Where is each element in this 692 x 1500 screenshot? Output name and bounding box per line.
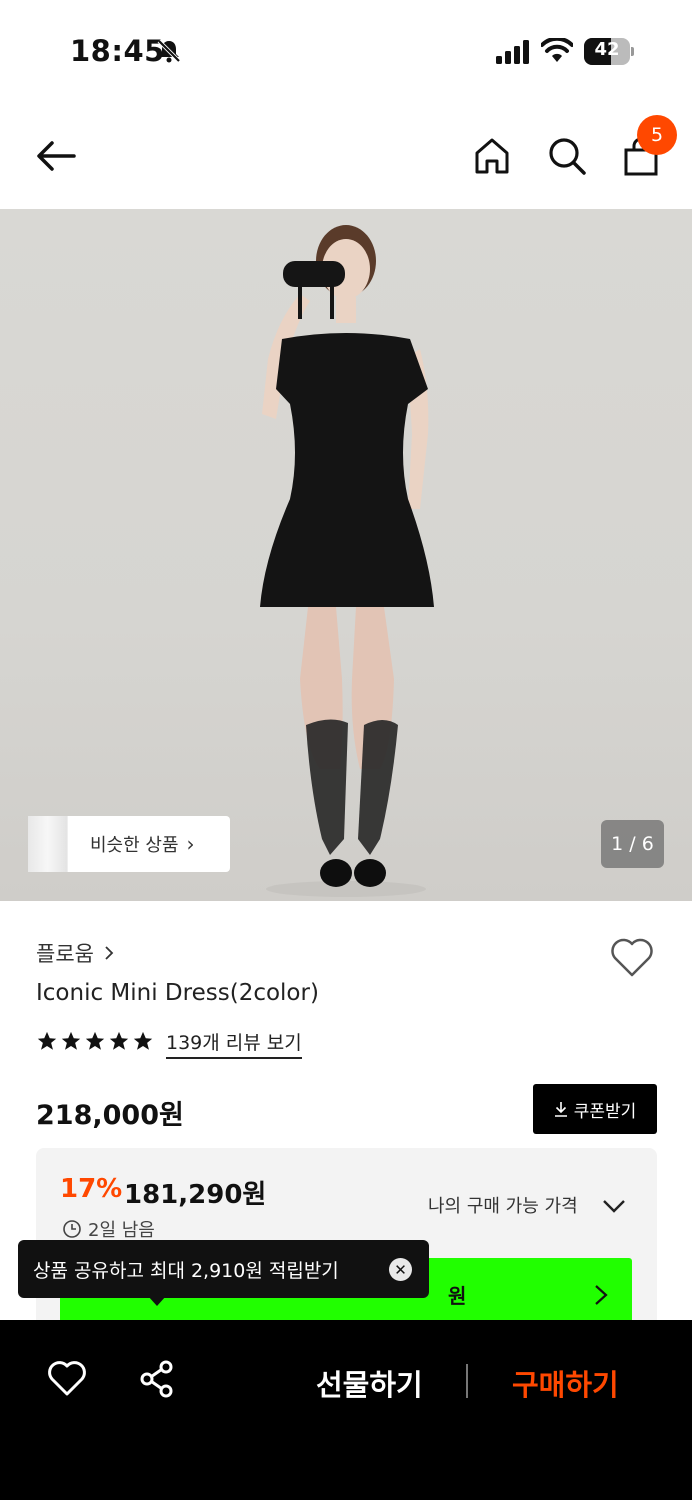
- chevron-right-icon: [105, 946, 114, 960]
- tooltip-text: 상품 공유하고 최대 2,910원 적립받기: [33, 1259, 339, 1282]
- promo-banner-text: 원: [448, 1284, 467, 1308]
- star-icon: [61, 1031, 81, 1050]
- coupon-label: 쿠폰받기: [573, 1101, 637, 1122]
- coupon-download-button[interactable]: 쿠폰받기: [533, 1084, 657, 1134]
- bottom-bar-divider: [466, 1364, 468, 1398]
- gift-button[interactable]: 선물하기: [316, 1362, 423, 1404]
- search-icon[interactable]: [545, 134, 589, 178]
- bottom-action-bar: [0, 1320, 692, 1500]
- home-icon[interactable]: [470, 134, 514, 178]
- image-pager: 1 / 6: [601, 820, 664, 868]
- product-image[interactable]: [0, 209, 692, 901]
- similar-products-button[interactable]: 비슷한 상품 ›: [28, 816, 230, 872]
- clock-icon: [63, 1220, 81, 1238]
- wishlist-heart-icon[interactable]: [46, 1358, 88, 1400]
- star-icon: [109, 1031, 129, 1050]
- brand-name: 플로움: [36, 942, 94, 966]
- battery-icon: 42: [584, 38, 634, 65]
- chevron-down-icon[interactable]: [600, 1192, 628, 1220]
- similar-products-label: 비슷한 상품: [90, 835, 179, 856]
- signal-icon: [496, 40, 529, 64]
- close-icon[interactable]: ✕: [389, 1258, 412, 1281]
- brand-link[interactable]: 플로움: [36, 938, 114, 968]
- rating-stars: [36, 1030, 154, 1052]
- star-icon: [133, 1031, 153, 1050]
- wifi-icon: [541, 38, 573, 62]
- cart-count-badge: 5: [637, 115, 677, 155]
- my-price-toggle-label[interactable]: 나의 구매 가능 가격: [428, 1192, 578, 1218]
- status-time: 18:45: [70, 34, 165, 68]
- review-link[interactable]: 139개 리뷰 보기: [166, 1028, 302, 1059]
- chevron-right-icon: ›: [186, 832, 195, 856]
- download-icon: [554, 1102, 567, 1117]
- similar-products-thumbnail: [28, 816, 68, 872]
- wishlist-heart-icon[interactable]: [609, 935, 655, 981]
- star-icon: [85, 1031, 105, 1050]
- discount-price: 181,290원: [124, 1180, 267, 1210]
- time-left-text: 2일 남음: [88, 1220, 155, 1241]
- product-photo-illustration: [260, 225, 434, 897]
- product-title: Iconic Mini Dress(2color): [36, 980, 319, 1006]
- tooltip-tail: [148, 1296, 166, 1306]
- time-left: 2일 남음: [62, 1216, 155, 1242]
- original-price: 218,000원: [36, 1100, 184, 1131]
- share-reward-tooltip: 상품 공유하고 최대 2,910원 적립받기 ✕: [18, 1240, 429, 1298]
- bell-muted-icon: [157, 39, 181, 63]
- share-icon[interactable]: [136, 1358, 178, 1400]
- battery-level-text: 42: [594, 39, 620, 60]
- chevron-right-icon[interactable]: [590, 1282, 612, 1308]
- back-arrow-icon[interactable]: [34, 134, 78, 178]
- discount-rate: 17%: [60, 1174, 123, 1204]
- star-icon: [37, 1031, 57, 1050]
- buy-button[interactable]: 구매하기: [512, 1362, 619, 1404]
